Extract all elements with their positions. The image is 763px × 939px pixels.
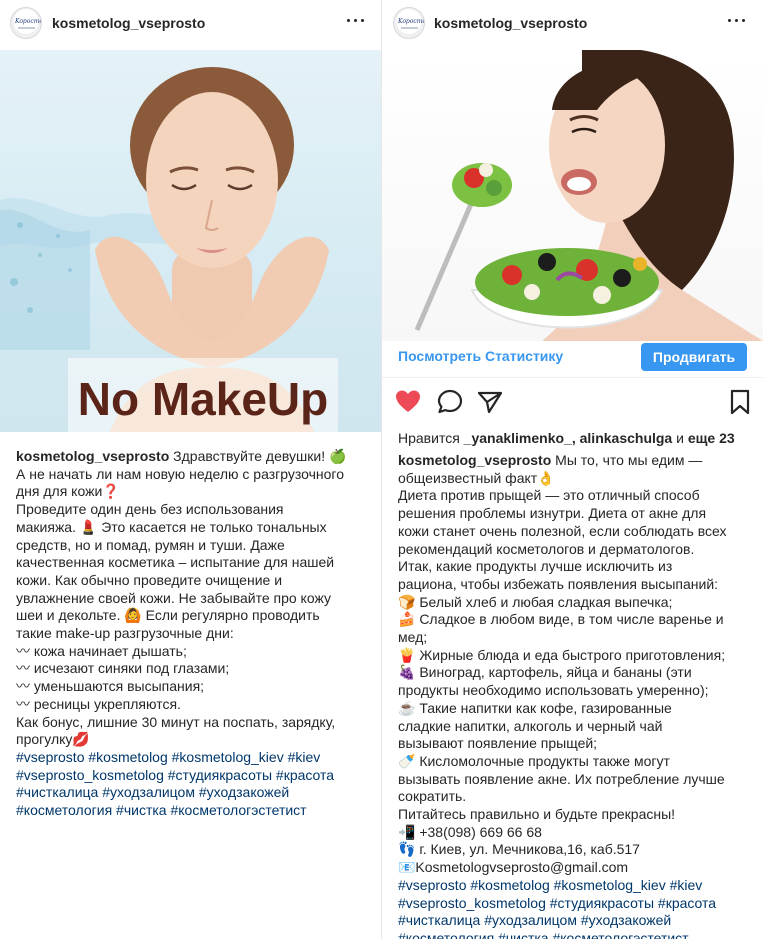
caption-line: 📲 +38(098) 669 66 68 (398, 823, 542, 840)
caption-line: ☕ Такие напитки как кофе, газированные (398, 699, 672, 716)
caption-line: качественная косметика – испытание для н… (16, 554, 335, 571)
caption-line: 〰 уменьшаются высыпания; (16, 678, 205, 695)
avatar-logo-bar (18, 27, 35, 29)
avatar[interactable]: Koросто (10, 7, 42, 39)
caption-line: Питайтесь правильно и будьте прекрасны! (398, 806, 676, 823)
view-insights-link[interactable]: Посмотреть Статистику (398, 348, 563, 364)
likes-and: и (672, 430, 688, 446)
caption-username[interactable]: kosmetolog_vseprosto (398, 452, 551, 468)
promote-button[interactable]: Продвигать (641, 343, 747, 371)
username[interactable]: kosmetolog_vseprosto (434, 15, 587, 31)
post-right: Koросто kosmetolog_vseprosto Посмотреть … (382, 0, 763, 939)
hashtag-line[interactable]: #vseprosto #kosmetolog #kosmetolog_kiev … (398, 877, 755, 895)
caption-line: 🍰 Сладкое в любом виде, в том числе варе… (398, 611, 724, 628)
more-options-icon[interactable] (345, 10, 369, 30)
caption-line: 〰 кожа начинает дышать; (16, 642, 187, 659)
avatar-logo-text: Koросто (398, 18, 425, 25)
caption-line: вызывают появление прыщей; (398, 735, 598, 752)
caption-line: 👣 г. Киев, ул. Мечникова,16, каб.517 (398, 841, 640, 858)
insights-bar: Посмотреть Статистику Продвигать (382, 337, 763, 378)
post-caption: kosmetolog_vseprosto Мы то, что мы едим … (398, 452, 755, 939)
caption-first-line: kosmetolog_vseprosto Здравствуйте девушк… (16, 448, 373, 466)
likes-separator: , (571, 430, 580, 446)
caption-line: увлажнение своей кожи. Не забывайте про … (16, 589, 331, 606)
caption-username[interactable]: kosmetolog_vseprosto (16, 448, 169, 464)
caption-line: дня для кожи❓ (16, 483, 120, 500)
liker-username[interactable]: alinkaschulga (580, 430, 673, 446)
caption-line: шеи и декольте. 🙆 Если регулярно проводи… (16, 607, 320, 624)
hashtag-line[interactable]: #vseprosto #kosmetolog #kosmetolog_kiev … (16, 749, 373, 767)
caption-line: Диета против прыщей — это отличный спосо… (398, 487, 700, 504)
more-options-icon[interactable] (726, 10, 750, 30)
hashtag-line[interactable]: #косметология #чистка #косметологэстетис… (16, 802, 373, 820)
woman-face-illustration: No MakeUp (0, 67, 338, 432)
caption-line: 🍟 Жирные блюда и еда быстрого приготовле… (398, 646, 726, 663)
caption-line: Как бонус, лишние 30 минут на поспать, з… (16, 713, 336, 730)
caption-line: Проведите один день без использования (16, 501, 284, 518)
caption-line: Итак, какие продукты лучше исключить из (398, 558, 673, 575)
caption-line: 🍇 Виноград, картофель, яйца и бананы (эт… (398, 664, 692, 681)
caption-line: А не начать ли нам новую неделю с разгру… (16, 465, 345, 482)
post-caption: kosmetolog_vseprosto Здравствуйте девушк… (16, 448, 373, 820)
caption-line: кожи. Как обычно проведите очищение и (16, 571, 283, 588)
caption-line: рациона, чтобы избежать появления высыпа… (398, 575, 719, 592)
heart-icon[interactable] (394, 388, 424, 418)
caption-line: средств, но и помад, румян и туши. Даже (16, 536, 285, 553)
comment-icon[interactable] (436, 388, 466, 418)
caption-line: 🍼 Кисломолочные продукты также могут (398, 752, 670, 769)
hashtag-line[interactable]: #vseprosto_kosmetolog #студиякрасоты #кр… (398, 895, 755, 913)
caption-line: прогулку💋 (16, 731, 90, 748)
post-left: Koросто kosmetolog_vseprosto No MakeUp k… (0, 0, 381, 939)
hashtag-line[interactable]: #vseprosto_kosmetolog #студиякрасоты #кр… (16, 767, 373, 785)
share-icon[interactable] (476, 388, 506, 418)
caption-line: макияжа. 💄 Это касается не только тональ… (16, 518, 327, 535)
likes-others-link[interactable]: еще 23 (688, 430, 735, 446)
caption-line: вызывать появление акне. Их потребление … (398, 770, 725, 787)
likes-prefix: Нравится (398, 430, 464, 446)
caption-line: такие make-up разгрузочные дни: (16, 625, 234, 642)
no-makeup-overlay-text: No MakeUp (78, 373, 328, 425)
post-actions (382, 388, 763, 420)
caption-line: 〰 ресницы укрепляются. (16, 695, 181, 712)
caption-line: кожи станет очень полезной, если соблюда… (398, 522, 727, 539)
caption-line: решения проблемы изнутри. Диета от акне … (398, 505, 707, 522)
hashtag-line[interactable]: #чисткалица #уходзалицом #уходзакожей (16, 784, 373, 802)
likes-line: Нравится _yanaklimenko_, alinkaschulga и… (398, 430, 735, 446)
caption-line: продукты необходимо использовать умеренн… (398, 682, 709, 699)
avatar-logo-bar (401, 27, 418, 29)
caption-first-line: kosmetolog_vseprosto Мы то, что мы едим … (398, 452, 755, 470)
hashtag-line[interactable]: #чисткалица #уходзалицом #уходзакожей (398, 912, 755, 930)
hashtag-line[interactable]: #косметология #чистка #косметологэстетис… (398, 930, 755, 939)
bookmark-icon[interactable] (726, 388, 756, 418)
caption-line: 〰 исчезают синяки под глазами; (16, 660, 230, 677)
caption-line: 🍞 Белый хлеб и любая сладкая выпечка; (398, 593, 673, 610)
username[interactable]: kosmetolog_vseprosto (52, 15, 205, 31)
caption-line: рекомендаций косметологов и дерматологов… (398, 540, 695, 557)
avatar-logo-text: Koросто (15, 18, 42, 25)
post-header: Koросто kosmetolog_vseprosto (382, 0, 763, 48)
feed: Koросто kosmetolog_vseprosto No MakeUp k… (0, 0, 763, 939)
caption-line: сладкие напитки, алкоголь и черный чай (398, 717, 663, 734)
woman-eating-salad-illustration (414, 50, 763, 341)
caption-line: сократить. (398, 788, 467, 805)
caption-line: мед; (398, 629, 428, 646)
post-image-salad-woman[interactable] (382, 50, 763, 341)
caption-line: общеизвестный факт👌 (398, 469, 555, 486)
post-header: Koросто kosmetolog_vseprosto (0, 0, 381, 48)
avatar[interactable]: Koросто (393, 7, 425, 39)
caption-line: 📧Kosmetologvseprosto@gmail.com (398, 859, 629, 876)
liker-username[interactable]: _yanaklimenko_ (464, 430, 572, 446)
post-image-no-makeup[interactable]: No MakeUp (0, 50, 381, 432)
caption-intro: Здравствуйте девушки! 🍏 (173, 448, 347, 464)
caption-intro: Мы то, что мы едим — (555, 452, 703, 468)
